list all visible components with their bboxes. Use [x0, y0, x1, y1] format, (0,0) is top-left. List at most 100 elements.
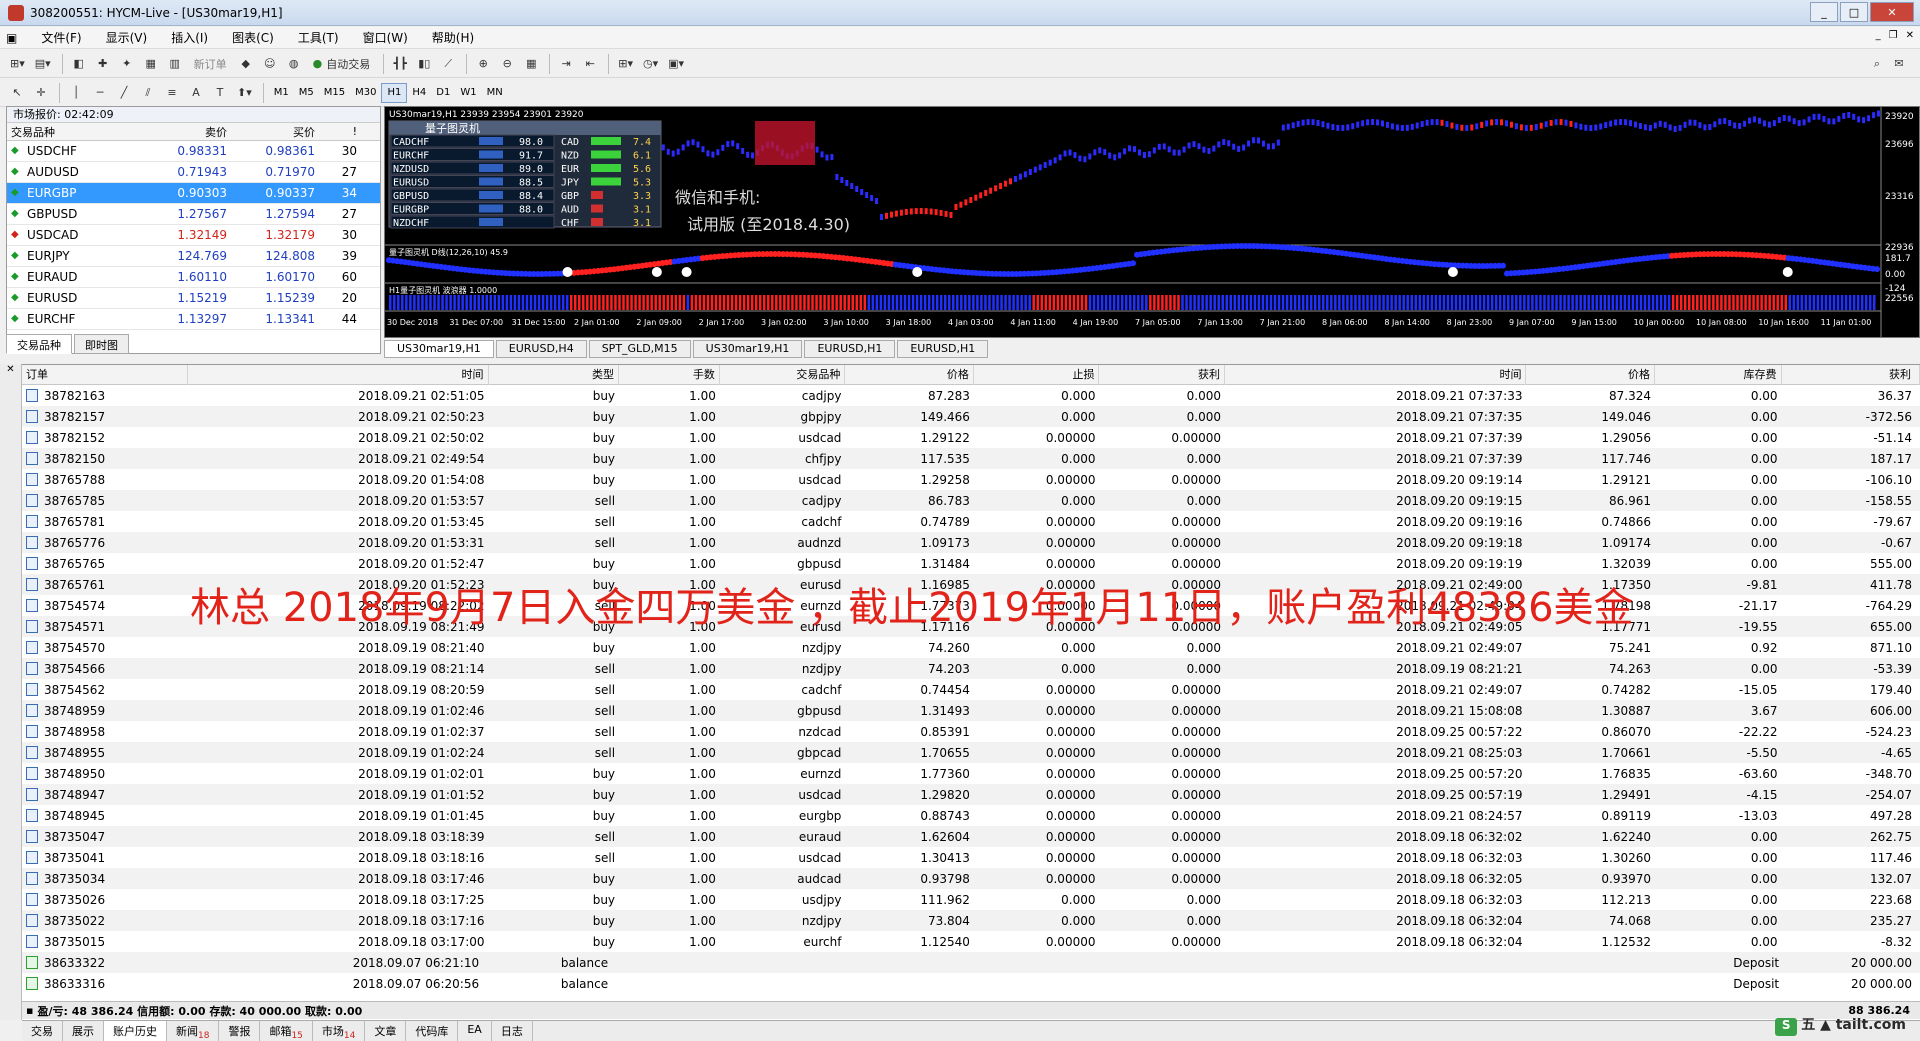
line-chart-icon[interactable]: ⟋: [437, 53, 459, 75]
menu-window[interactable]: 窗口(W): [351, 29, 420, 46]
tile-windows-icon[interactable]: ▦: [520, 53, 542, 75]
text-icon[interactable]: A: [185, 82, 207, 104]
market-watch-icon[interactable]: ◧: [68, 53, 90, 75]
mdi-minimize-button[interactable]: _: [1876, 30, 1881, 41]
auto-trading-button[interactable]: ● 自动交易: [307, 53, 377, 75]
candles-icon[interactable]: ▮▯: [413, 53, 435, 75]
search-icon[interactable]: ⌕: [1866, 53, 1888, 75]
bar-chart-icon[interactable]: ┫┣: [389, 53, 411, 75]
profiles-icon[interactable]: ▤▾: [31, 53, 55, 75]
terminal-tab-2[interactable]: 账户历史: [104, 1021, 167, 1041]
col-spread[interactable]: !: [319, 125, 361, 138]
metaeditor-icon[interactable]: ◆: [235, 53, 257, 75]
history-row[interactable]: 38765785 2018.09.20 01:53:57 sell 1.00 cadjp…: [22, 490, 1920, 511]
history-row[interactable]: 38748950 2018.09.19 01:02:01 buy 1.00 eurnzd…: [22, 763, 1920, 784]
market-row-usdcad[interactable]: ◆ USDCAD 1.32149 1.32179 30: [7, 225, 380, 246]
hcol-volume[interactable]: 手数: [619, 364, 720, 385]
tf-mn[interactable]: MN: [482, 83, 508, 103]
balance-row[interactable]: 38633316 2018.09.07 06:20:56 balance Dep…: [22, 973, 1920, 994]
fibonacci-icon[interactable]: ≡: [161, 82, 183, 104]
signals-icon[interactable]: ☺: [259, 53, 281, 75]
arrows-icon[interactable]: ⬆▾: [233, 82, 256, 104]
tf-w1[interactable]: W1: [455, 83, 481, 103]
market-row-gbpusd[interactable]: ◆ GBPUSD 1.27567 1.27594 27: [7, 204, 380, 225]
history-row[interactable]: 38735047 2018.09.18 03:18:39 sell 1.00 eurau…: [22, 826, 1920, 847]
col-ask[interactable]: 买价: [231, 124, 319, 140]
mdi-restore-button[interactable]: ❐: [1889, 30, 1898, 41]
col-bid[interactable]: 卖价: [143, 124, 231, 140]
price-chart[interactable]: US30mar19,H1 23939 23954 23901 23920 2392…: [384, 106, 1920, 338]
history-row[interactable]: 38748955 2018.09.19 01:02:24 sell 1.00 gbpca…: [22, 742, 1920, 763]
templates-icon[interactable]: ▣▾: [664, 53, 688, 75]
chart-tab-5[interactable]: EURUSD,H1: [804, 340, 896, 358]
hcol-tp[interactable]: 获利: [1099, 364, 1226, 385]
menu-insert[interactable]: 插入(I): [159, 29, 220, 46]
history-row[interactable]: 38754570 2018.09.19 08:21:40 buy 1.00 nzdjpy…: [22, 637, 1920, 658]
market-row-euraud[interactable]: ◆ EURAUD 1.60110 1.60170 60: [7, 267, 380, 288]
hcol-type[interactable]: 类型: [489, 364, 620, 385]
new-chart-icon[interactable]: ⊞▾: [6, 53, 29, 75]
trendline-icon[interactable]: ╱: [113, 82, 135, 104]
history-row[interactable]: 38735015 2018.09.18 03:17:00 buy 1.00 eurchf…: [22, 931, 1920, 952]
crosshair-icon[interactable]: ✛: [30, 82, 52, 104]
tf-m5[interactable]: M5: [294, 83, 319, 103]
menu-charts[interactable]: 图表(C): [220, 29, 286, 46]
history-row[interactable]: 38754566 2018.09.19 08:21:14 sell 1.00 nzdjp…: [22, 658, 1920, 679]
tf-h1[interactable]: H1: [381, 82, 408, 103]
market-row-eurusd[interactable]: ◆ EURUSD 1.15219 1.15239 20: [7, 288, 380, 309]
menu-tools[interactable]: 工具(T): [286, 29, 351, 46]
mdi-icon[interactable]: ▣: [0, 31, 29, 45]
market-row-eurgbp[interactable]: ◆ EURGBP 0.90303 0.90337 34: [7, 183, 380, 204]
market-row-audusd[interactable]: ◆ AUDUSD 0.71943 0.71970 27: [7, 162, 380, 183]
menu-file[interactable]: 文件(F): [29, 29, 93, 46]
terminal-tab-5[interactable]: 邮箱15: [260, 1021, 313, 1041]
hcol-open-time[interactable]: 时间: [188, 364, 489, 385]
history-row[interactable]: 38735034 2018.09.18 03:17:46 buy 1.00 audcad…: [22, 868, 1920, 889]
hcol-close-price[interactable]: 价格: [1526, 364, 1655, 385]
auto-scroll-icon[interactable]: ⇥: [555, 53, 577, 75]
close-button[interactable]: ✕: [1870, 2, 1914, 22]
text-label-icon[interactable]: T: [209, 82, 231, 104]
terminal-icon[interactable]: ▦: [140, 53, 162, 75]
history-row[interactable]: 38748947 2018.09.19 01:01:52 buy 1.00 usdcad…: [22, 784, 1920, 805]
history-row[interactable]: 38765765 2018.09.20 01:52:47 buy 1.00 gbpusd…: [22, 553, 1920, 574]
tf-m1[interactable]: M1: [269, 83, 294, 103]
periods-icon[interactable]: ◷▾: [639, 53, 662, 75]
navigator-icon[interactable]: ✦: [116, 53, 138, 75]
hcol-profit[interactable]: 获利: [1782, 364, 1920, 385]
history-row[interactable]: 38748945 2018.09.19 01:01:45 buy 1.00 eurgbp…: [22, 805, 1920, 826]
tab-symbols[interactable]: 交易品种: [6, 334, 72, 354]
hcol-sl[interactable]: 止损: [974, 364, 1100, 385]
terminal-tab-6[interactable]: 市场14: [313, 1021, 366, 1041]
history-row[interactable]: 38735022 2018.09.18 03:17:16 buy 1.00 nzdjpy…: [22, 910, 1920, 931]
vps-icon[interactable]: ◍: [283, 53, 305, 75]
terminal-tab-10[interactable]: 日志: [492, 1021, 533, 1041]
history-row[interactable]: 38782152 2018.09.21 02:50:02 buy 1.00 usdcad…: [22, 427, 1920, 448]
data-window-icon[interactable]: ✚: [92, 53, 114, 75]
history-row[interactable]: 38782150 2018.09.21 02:49:54 buy 1.00 chfjpy…: [22, 448, 1920, 469]
tf-m30[interactable]: M30: [350, 83, 381, 103]
mdi-close-button[interactable]: ✕: [1906, 30, 1914, 41]
menu-view[interactable]: 显示(V): [94, 29, 160, 46]
chart-tab-3[interactable]: SPT_GLD,M15: [588, 340, 691, 358]
zoom-out-icon[interactable]: ⊖: [496, 53, 518, 75]
chart-shift-icon[interactable]: ⇤: [579, 53, 601, 75]
chart-tab-4[interactable]: US30mar19,H1: [692, 340, 803, 358]
history-row[interactable]: 38765788 2018.09.20 01:54:08 buy 1.00 usdcad…: [22, 469, 1920, 490]
history-row[interactable]: 38765781 2018.09.20 01:53:45 sell 1.00 cadch…: [22, 511, 1920, 532]
history-row[interactable]: 38754562 2018.09.19 08:20:59 sell 1.00 cadch…: [22, 679, 1920, 700]
tf-d1[interactable]: D1: [431, 83, 455, 103]
history-row[interactable]: 38735041 2018.09.18 03:18:16 sell 1.00 usdca…: [22, 847, 1920, 868]
terminal-tab-1[interactable]: 展示: [63, 1021, 104, 1041]
terminal-tab-3[interactable]: 新闻18: [167, 1021, 220, 1041]
terminal-close-icon[interactable]: ✕: [0, 364, 21, 375]
new-order-button[interactable]: 新订单: [188, 53, 233, 75]
col-symbol[interactable]: 交易品种: [7, 124, 143, 140]
hcol-swap[interactable]: 库存费: [1655, 364, 1782, 385]
terminal-tab-9[interactable]: EA: [458, 1021, 492, 1041]
vertical-line-icon[interactable]: │: [65, 82, 87, 104]
indicators-icon[interactable]: ⊞▾: [614, 53, 637, 75]
channel-icon[interactable]: ⫽: [137, 82, 159, 104]
minimize-button[interactable]: _: [1810, 2, 1838, 22]
chart-tab-1[interactable]: US30mar19,H1: [384, 340, 494, 358]
